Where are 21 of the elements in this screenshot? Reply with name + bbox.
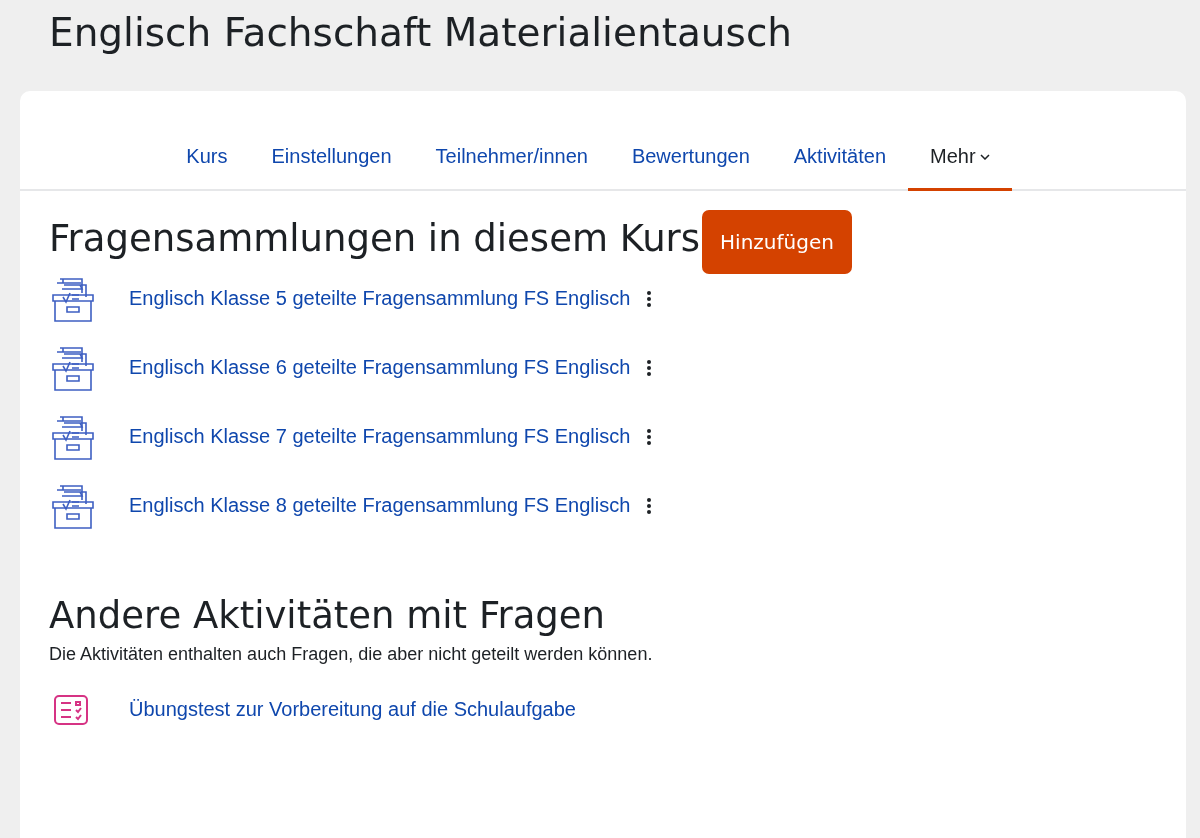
nav-tab[interactable]: Bewertungen: [609, 133, 772, 191]
more-options-icon[interactable]: [646, 496, 653, 515]
more-options-icon[interactable]: [646, 358, 653, 377]
question-bank-link[interactable]: Englisch Klasse 7 geteilte Fragensammlung FS Englisch: [129, 425, 631, 448]
more-options-icon[interactable]: [646, 427, 653, 446]
question-bank-link[interactable]: Englisch Klasse 8 geteilte Fragensammlung FS Englisch: [129, 494, 631, 517]
nav-tab[interactable]: Einstellungen: [249, 133, 414, 191]
question-bank-link[interactable]: Englisch Klasse 5 geteilte Fragensammlung FS Englisch: [129, 287, 631, 310]
page-title: Englisch Fachschaft Materialientausch: [48, 9, 794, 57]
section-heading: Fragensammlungen in diesem Kurs: [49, 216, 701, 262]
section-description: Die Aktivitäten enthalten auch Fragen, die aber nicht geteilt werden können.: [49, 644, 654, 665]
section-heading: Andere Aktivitäten mit Fragen: [49, 593, 607, 639]
add-button[interactable]: Hinzufügen: [702, 210, 852, 274]
nav-tab[interactable]: Mehr: [908, 133, 1012, 191]
more-options-icon[interactable]: [646, 289, 653, 308]
checklist-icon: [53, 693, 89, 726]
nav-tab[interactable]: Kurs: [164, 133, 250, 191]
quiz-link[interactable]: Übungstest zur Vorbereitung auf die Schulaufgabe: [129, 698, 576, 721]
question-bank-link[interactable]: Englisch Klasse 6 geteilte Fragensammlung FS Englisch: [129, 356, 631, 379]
nav-tab[interactable]: Aktivitäten: [771, 133, 909, 191]
nav-tab[interactable]: Teilnehmer/innen: [413, 133, 610, 191]
